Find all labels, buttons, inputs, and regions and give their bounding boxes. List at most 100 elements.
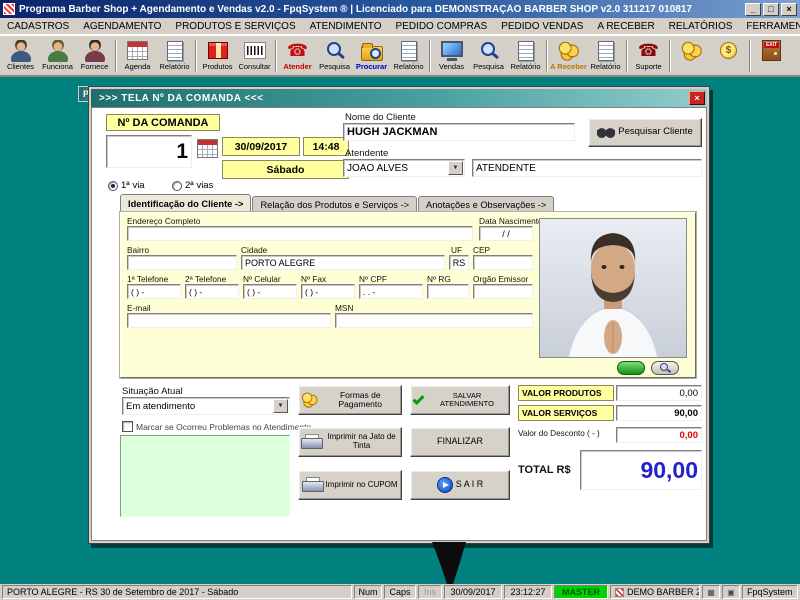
menu-pedido-compras[interactable]: PEDIDO COMPRAS (388, 19, 494, 34)
msn-field[interactable] (335, 313, 533, 328)
menu-cadastros[interactable]: CADASTROS (0, 19, 76, 34)
menu-atendimento[interactable]: ATENDIMENTO (303, 19, 389, 34)
support-phone-icon (638, 42, 659, 59)
comanda-dialog-titlebar[interactable]: >>> TELA Nº DA COMANDA <<< (91, 89, 707, 107)
celular-field[interactable]: ( ) - (243, 284, 297, 299)
toolbar-caixa-button[interactable] (673, 37, 710, 75)
via2-radio[interactable]: 2ª vias (172, 180, 213, 191)
identification-panel: Endereço Completo Data Nascimento / / Ba… (120, 212, 696, 378)
toolbar-vendas-button[interactable]: Vendas (433, 37, 470, 75)
folder-search-icon (361, 46, 383, 61)
menu-agendamento[interactable]: AGENDAMENTO (76, 19, 168, 34)
calendar-icon (127, 41, 148, 60)
dialog-close-icon[interactable] (689, 91, 705, 105)
minimize-icon[interactable]: _ (745, 3, 761, 16)
search-client-button[interactable]: Pesquisar Cliente (588, 118, 702, 147)
imprimir-jato-label: Imprimir na Jato de Tinta (324, 433, 399, 451)
desconto-field[interactable]: 0,00 (616, 427, 702, 443)
cpf-field[interactable]: . . - (359, 284, 423, 299)
toolbar-sair-button[interactable] (753, 37, 790, 75)
toolbar-vendas-relatorio-button[interactable]: Relatório (507, 37, 544, 75)
formas-pagamento-button[interactable]: Formas de Pagamento (298, 385, 402, 415)
toolbar-atender-relatorio-button[interactable]: Relatório (390, 37, 427, 75)
status-panel-icon-panel[interactable]: ▣ (722, 585, 740, 599)
client-name-field[interactable]: HUGH JACKMAN (343, 123, 575, 141)
valor-produtos-field[interactable]: 0,00 (616, 385, 702, 401)
attendant-combobox[interactable]: JOAO ALVES (343, 159, 465, 177)
imprimir-cupom-button[interactable]: Imprimir no CUPOM (298, 470, 402, 500)
photo-zoom-button[interactable] (651, 361, 679, 375)
sair-button[interactable]: S A I R (410, 470, 510, 500)
email-field[interactable] (127, 313, 331, 328)
person-icon (10, 40, 32, 62)
situacao-label: Situação Atual (122, 386, 183, 397)
desconto-label: Valor do Desconto ( - ) (518, 429, 600, 438)
cidade-field[interactable]: PORTO ALEGRE (241, 255, 445, 270)
close-icon[interactable]: × (781, 3, 797, 16)
orgao-field[interactable] (473, 284, 533, 299)
menu-a-receber[interactable]: A RECEBER (590, 19, 661, 34)
toolbar-atender-button[interactable]: Atender (279, 37, 316, 75)
toolbar-moeda-button[interactable] (710, 37, 747, 75)
attendant-role-field[interactable]: ATENDENTE (472, 159, 702, 177)
exit-arrow-icon (437, 477, 453, 493)
finalizar-button[interactable]: FINALIZAR (410, 427, 510, 457)
tel1-label: 1ª Telefone (127, 274, 168, 284)
grid-icon: ▦ (707, 588, 715, 597)
check-icon (412, 392, 424, 404)
toolbar-consultar-button[interactable]: Consultar (236, 37, 273, 75)
bairro-field[interactable] (127, 255, 237, 270)
tel2-field[interactable]: ( ) - (185, 284, 239, 299)
chevron-down-icon (448, 161, 463, 175)
problema-checkbox[interactable]: Marcar se Ocorreu Problemas no Atendimen… (122, 421, 311, 432)
valor-produtos-label: VALOR PRODUTOS (518, 385, 614, 401)
orgao-label: Orgão Emissor (473, 274, 528, 284)
maximize-icon[interactable]: □ (763, 3, 779, 16)
toolbar-funcionarios-button[interactable]: Funciona (39, 37, 76, 75)
nascimento-field[interactable]: / / (479, 226, 533, 241)
photo-load-button[interactable] (617, 361, 645, 375)
app-titlebar[interactable]: Programa Barber Shop + Agendamento e Ven… (0, 0, 800, 18)
toolbar-produtos-button[interactable]: Produtos (199, 37, 236, 75)
toolbar-clientes-button[interactable]: Clientes (2, 37, 39, 75)
toolbar-vendas-pesquisa-button[interactable]: Pesquisa (470, 37, 507, 75)
toolbar-fornecedores-button[interactable]: Fornece (76, 37, 113, 75)
toolbar-agenda-button[interactable]: Agenda (119, 37, 156, 75)
cep-field[interactable] (473, 255, 533, 270)
tab-identificacao[interactable]: Identificação do Cliente -> (120, 194, 251, 213)
calendar-icon[interactable] (197, 139, 218, 158)
toolbar-procurar-button[interactable]: Procurar (353, 37, 390, 75)
valor-servicos-field[interactable]: 90,00 (616, 405, 702, 421)
status-ins: Ins (418, 585, 442, 599)
total-field[interactable]: 90,00 (580, 450, 702, 490)
toolbar-atender-pesquisa-button[interactable]: Pesquisa (316, 37, 353, 75)
radio-icon (108, 181, 118, 191)
menu-relatorios[interactable]: RELATÓRIOS (662, 19, 740, 34)
uf-field[interactable]: RS (449, 255, 469, 270)
menu-produtos-servicos[interactable]: PRODUTOS E SERVIÇOS (168, 19, 302, 34)
salvar-atendimento-button[interactable]: SALVAR ATENDIMENTO (410, 385, 510, 415)
tab-produtos-servicos[interactable]: Relação dos Produtos e Serviços -> (252, 196, 417, 213)
toolbar-agenda-relatorio-button[interactable]: Relatório (156, 37, 193, 75)
magnifier-icon (659, 362, 671, 374)
situacao-combobox[interactable]: Em atendimento (122, 397, 290, 415)
total-label: TOTAL R$ (518, 464, 571, 476)
endereco-field[interactable] (127, 226, 473, 241)
dollar-coin-icon (720, 42, 737, 59)
tab-anotacoes[interactable]: Anotações e Observações -> (418, 196, 554, 213)
bairro-label: Bairro (127, 245, 149, 255)
printer-icon (302, 477, 322, 493)
menu-ferramentas[interactable]: FERRAMENTAS (739, 19, 800, 34)
comanda-number-field[interactable]: 1 (106, 135, 192, 168)
fax-field[interactable]: ( ) - (301, 284, 355, 299)
tel1-field[interactable]: ( ) - (127, 284, 181, 299)
menu-pedido-vendas[interactable]: PEDIDO VENDAS (494, 19, 590, 34)
status-grid-icon-panel[interactable]: ▦ (702, 585, 720, 599)
rg-field[interactable] (427, 284, 469, 299)
attendant-value: JOAO ALVES (347, 163, 408, 174)
toolbar-suporte-button[interactable]: Suporte (630, 37, 667, 75)
imprimir-jato-button[interactable]: Imprimir na Jato de Tinta (298, 427, 402, 457)
toolbar-a-receber-relatorio-button[interactable]: Relatório (587, 37, 624, 75)
via1-radio[interactable]: 1ª via (108, 180, 145, 191)
toolbar-a-receber-button[interactable]: A Receber (550, 37, 587, 75)
